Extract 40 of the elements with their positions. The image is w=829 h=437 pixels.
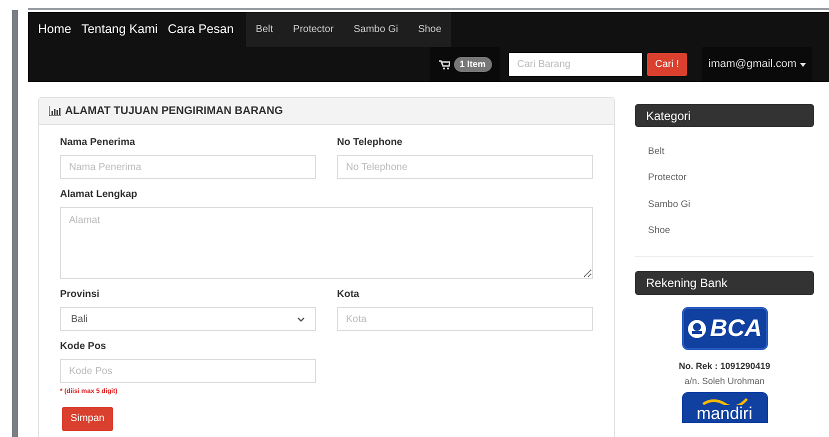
field-label: Alamat Lengkap	[60, 188, 138, 202]
nav-link[interactable]: Cara Pesan	[168, 20, 234, 39]
cart-icon	[438, 60, 450, 70]
field-label: Kota	[337, 288, 360, 302]
save-button[interactable]: Simpan	[62, 406, 113, 431]
input-field[interactable]: No Telephone	[337, 155, 593, 179]
province-dropdown[interactable]: Bali	[60, 307, 316, 331]
nav-link[interactable]: Shoe	[418, 22, 442, 37]
bank-logo: mandiri	[682, 392, 768, 423]
nav-link[interactable]: Belt	[256, 22, 274, 37]
account-number: No. Rek : 1091290419	[678, 360, 770, 373]
section-title: Rekening Bank	[646, 275, 728, 292]
nav-link[interactable]: Home	[38, 20, 72, 39]
user-menu[interactable]: imam@gmail.com	[702, 47, 812, 82]
bank-logo: BCA	[682, 307, 768, 350]
section-title: Kategori	[646, 108, 691, 124]
category-link[interactable]: Protector	[648, 171, 814, 186]
account-holder: a/n. Soleh Urohman	[684, 374, 765, 388]
nav-link[interactable]: Protector	[293, 22, 334, 37]
search-field[interactable]: Cari Barang	[509, 53, 642, 76]
category-link[interactable]: Belt	[648, 145, 814, 160]
input-field[interactable]: Nama Penerima	[60, 155, 316, 179]
nav-link[interactable]: Sambo Gi	[354, 22, 398, 37]
text-area[interactable]: Alamat	[60, 207, 593, 279]
field-label: No Telephone	[337, 136, 404, 150]
bar-chart-icon	[49, 106, 61, 116]
input-field[interactable]: Kota	[337, 307, 593, 331]
field-label: Kode Pos	[60, 340, 108, 354]
input-field[interactable]: Kode Pos	[60, 359, 316, 383]
chevron-down-icon	[297, 316, 305, 322]
nav-link[interactable]: Tentang Kami	[81, 20, 158, 39]
search-button[interactable]: Cari !	[647, 53, 687, 76]
field-label: Provinsi	[60, 288, 100, 302]
category-link[interactable]: Sambo Gi	[648, 198, 814, 212]
field-label: Nama Penerima	[60, 136, 136, 150]
panel-title: ALAMAT TUJUAN PENGIRIMAN BARANG	[65, 104, 283, 119]
cart-count-badge: 1 Item	[454, 56, 492, 72]
cart-button[interactable]: 1 Item	[430, 47, 500, 82]
category-link[interactable]: Shoe	[648, 224, 814, 238]
caret-icon	[800, 62, 806, 66]
